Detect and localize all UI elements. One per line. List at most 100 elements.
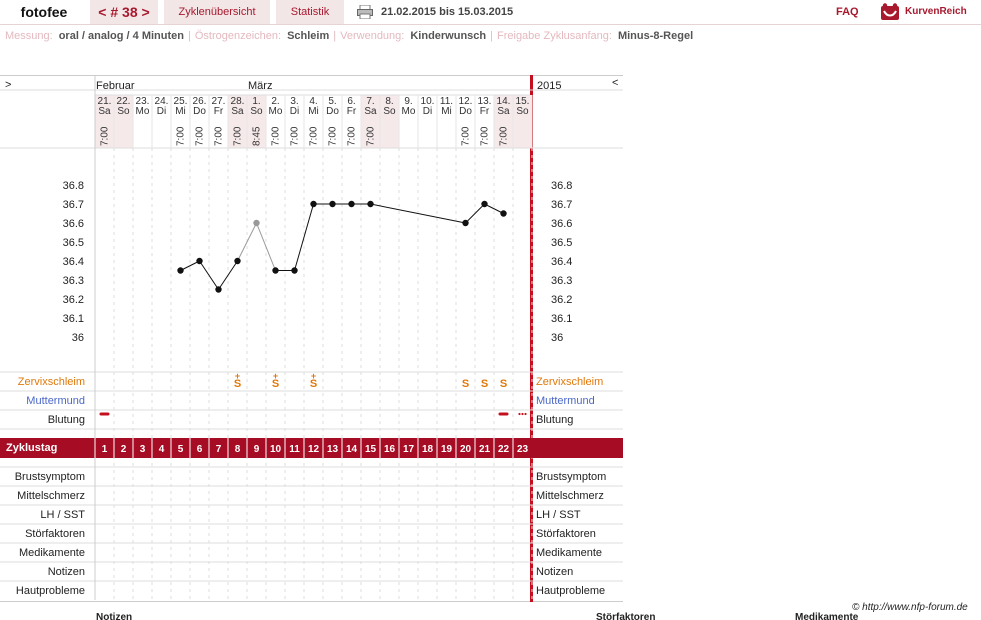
row-label-disturbance-right: Störfaktoren [536, 528, 596, 540]
row-label-lh: LH / SST [40, 509, 85, 521]
temperature-point [329, 200, 336, 208]
mucus-plus-mark: + [235, 371, 240, 381]
temperature-point [291, 267, 298, 274]
day-weekday-label: Di [423, 106, 432, 117]
day-time-label: 7:00 [328, 126, 339, 146]
y-tick-label-right: 36.5 [551, 237, 572, 249]
day-weekday-label: Fr [347, 106, 357, 117]
day-time-label: 7:00 [461, 126, 472, 146]
day-time-label: 7:00 [366, 126, 377, 146]
temperature-point [196, 257, 203, 265]
cycle-day-number: 2 [121, 444, 127, 455]
row-label-notes-right: Notizen [536, 566, 574, 578]
free-value: Minus-8-Regel [617, 30, 694, 42]
row-label-skin-right: Hautprobleme [536, 585, 606, 597]
row-label-disturbance: Störfaktoren [25, 528, 85, 540]
y-tick-label: 36.6 [63, 218, 84, 230]
cycle-day-number: 8 [235, 444, 241, 455]
day-weekday-label: Fr [480, 106, 490, 117]
row-label-bleeding: Blutung [47, 414, 85, 426]
cycle-day-number: 1 [102, 444, 108, 455]
row-label-skin: Hautprobleme [15, 585, 85, 597]
mucus-mark: S [500, 378, 507, 390]
cycle-day-number: 20 [460, 444, 472, 455]
temperature-point [462, 219, 469, 227]
y-tick-label: 36.1 [63, 313, 84, 325]
day-time-label: 7:00 [100, 126, 111, 146]
day-time-label: 8:45 [252, 126, 263, 146]
row-label-cervix: Muttermund [26, 395, 85, 407]
cycle-day-number: 12 [308, 444, 320, 455]
row-label-medication: Medikamente [18, 547, 85, 559]
cycle-day-number: 18 [422, 444, 434, 455]
cycle-day-number: 10 [270, 444, 282, 455]
day-time-label: 7:00 [271, 126, 282, 146]
day-time-label: 7:00 [290, 126, 301, 146]
row-label-midpain: Mittelschmerz [17, 490, 85, 502]
spotting-mark [518, 412, 521, 416]
day-weekday-label: Mi [308, 106, 319, 117]
day-time-label: 7:00 [347, 126, 358, 146]
cycle-day-number: 4 [159, 444, 165, 455]
day-weekday-label: Mo [269, 106, 283, 117]
mucus-plus-mark: + [311, 371, 316, 381]
cycle-day-number: 21 [479, 444, 491, 455]
day-weekday-label: Do [459, 106, 472, 117]
day-weekday-label: Mo [402, 106, 416, 117]
cycle-day-number: 9 [254, 444, 260, 455]
row-label-midpain-right: Mittelschmerz [536, 490, 604, 502]
temperature-plot: 36.8 36.8 36.7 36.7 36.6 36.6 36.5 36.5 36.4 36.4… [0, 75, 623, 600]
y-tick-label-right: 36.2 [551, 294, 572, 306]
day-time-label: 7:00 [480, 126, 491, 146]
footer-notes: Notizen [96, 612, 133, 620]
cycle-day-number: 3 [140, 444, 146, 455]
y-tick-label-right: 36.6 [551, 218, 572, 230]
day-weekday-label: Fr [214, 106, 224, 117]
temperature-point [500, 210, 507, 217]
kurvenreich-logo-icon[interactable] [880, 3, 900, 21]
brand-name[interactable]: KurvenReich [905, 0, 967, 24]
day-weekday-label: Mi [175, 106, 186, 117]
y-tick-label: 36.4 [63, 256, 84, 268]
temperature-point [234, 257, 241, 265]
day-weekday-label: Do [326, 106, 339, 117]
y-tick-label: 36.5 [63, 237, 84, 249]
cycle-day-number: 17 [403, 444, 415, 455]
row-label-notes: Notizen [47, 566, 85, 578]
day-time-label: 7:00 [195, 126, 206, 146]
day-time-label: 7:00 [176, 126, 187, 146]
day-weekday-label: So [516, 106, 529, 117]
y-tick-label-right: 36.7 [551, 199, 572, 211]
temperature-point [253, 219, 260, 227]
row-label-breast: Brustsymptom [14, 471, 85, 483]
footer-medication: Medikamente [795, 612, 859, 620]
day-time-label: 7:00 [233, 126, 244, 146]
mucus-plus-mark: + [273, 371, 278, 381]
spotting-mark [524, 412, 527, 416]
cycle-day-number: 23 [517, 444, 529, 455]
cycle-day-number: 16 [384, 444, 396, 455]
temperature-point [481, 200, 488, 208]
day-weekday-label: So [117, 106, 130, 117]
faq-link[interactable]: FAQ [836, 0, 859, 24]
footer-disturbances: Störfaktoren [596, 612, 656, 620]
cycle-day-number: 11 [289, 444, 300, 455]
day-weekday-label: So [383, 106, 396, 117]
day-weekday-label: Sa [364, 106, 377, 117]
cycle-day-number: 6 [197, 444, 203, 455]
bleeding-mark [498, 412, 509, 416]
y-tick-label-right: 36.3 [551, 275, 572, 287]
temperature-point [348, 200, 355, 208]
temperature-point [310, 200, 317, 208]
temperature-segment [218, 260, 238, 290]
temperature-segment [256, 222, 276, 271]
y-tick-label: 36.3 [63, 275, 84, 287]
day-time-label: 7:00 [499, 126, 510, 146]
cycle-day-number: 22 [498, 444, 510, 455]
temperature-point [367, 200, 374, 208]
cycle-day-number: 13 [327, 444, 339, 455]
row-label-bleeding-right: Blutung [536, 414, 574, 426]
cycle-day-number: 14 [346, 444, 358, 455]
day-weekday-label: Sa [231, 106, 244, 117]
y-tick-label: 36 [72, 332, 84, 344]
